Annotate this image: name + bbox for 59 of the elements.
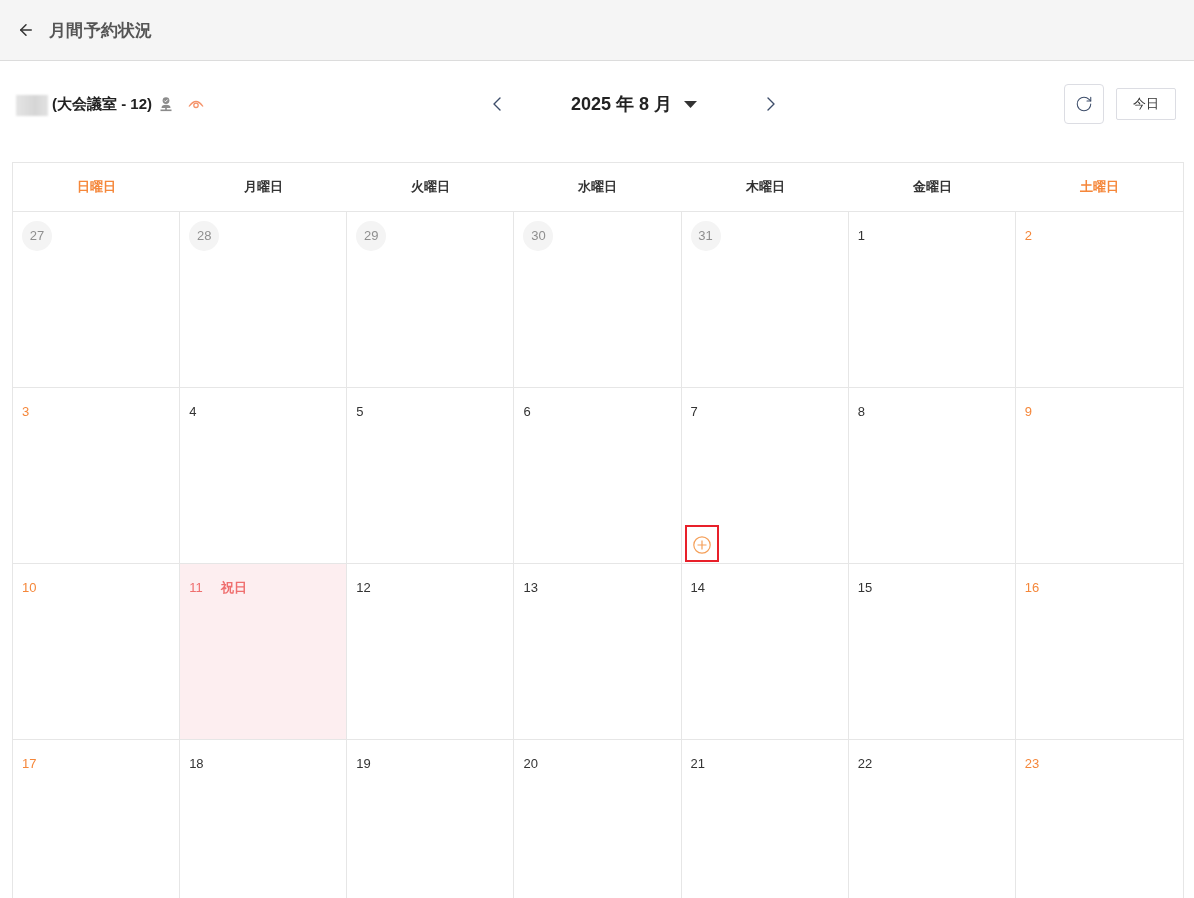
- holiday-label: 祝日: [220, 579, 247, 597]
- chevron-left-icon: [492, 97, 501, 111]
- day-cell[interactable]: 8: [848, 388, 1016, 564]
- weekday-label: 木曜日: [745, 178, 785, 196]
- refresh-button[interactable]: [1064, 84, 1104, 124]
- day-number: 21: [690, 755, 706, 773]
- day-number: 17: [22, 755, 37, 773]
- weekday-label: 月曜日: [244, 178, 284, 196]
- day-number: 31: [690, 221, 721, 251]
- weekday-label: 日曜日: [77, 178, 117, 196]
- plus-circle-icon: [692, 535, 711, 554]
- day-number: 9: [1024, 403, 1033, 421]
- day-number: 5: [356, 403, 364, 421]
- day-number: 4: [189, 403, 197, 421]
- day-cell[interactable]: 7: [681, 388, 849, 564]
- day-cell[interactable]: 12: [347, 564, 515, 740]
- weekday-label: 火曜日: [411, 178, 451, 196]
- day-number: 20: [523, 755, 538, 773]
- day-cell[interactable]: 4: [180, 388, 348, 564]
- day-cell[interactable]: 1: [848, 212, 1016, 388]
- weekday-label: 土曜日: [1079, 178, 1119, 196]
- refresh-icon: [1075, 95, 1093, 113]
- day-number: 18: [189, 755, 204, 773]
- day-number: 29: [356, 221, 387, 251]
- day-cell[interactable]: 14: [681, 564, 849, 740]
- day-cell[interactable]: 15: [848, 564, 1016, 740]
- day-number: 2: [1024, 227, 1033, 245]
- day-number: 22: [857, 755, 873, 773]
- back-button[interactable]: [17, 21, 35, 39]
- weekday-label: 金曜日: [912, 178, 952, 196]
- day-number: 12: [356, 579, 371, 597]
- day-number: 19: [356, 755, 371, 773]
- day-number: 15: [857, 579, 873, 597]
- day-number: 28: [189, 221, 220, 251]
- day-number: 7: [690, 403, 698, 421]
- chevron-right-icon: [767, 97, 776, 111]
- day-cell[interactable]: 6: [514, 388, 682, 564]
- room-label: (大会議室 - 12): [52, 94, 152, 114]
- day-number: 1: [857, 227, 865, 245]
- day-number: 14: [690, 579, 706, 597]
- day-number: 3: [22, 403, 30, 421]
- day-number: 10: [22, 579, 37, 597]
- page-title: 月間予約状況: [49, 19, 153, 42]
- person-icon: [160, 96, 172, 112]
- day-number: 27: [22, 221, 52, 251]
- day-number: 8: [857, 403, 865, 421]
- day-cell[interactable]: 13: [514, 564, 682, 740]
- redacted-block: [16, 94, 48, 116]
- day-number: 13: [523, 579, 538, 597]
- day-number: 16: [1024, 579, 1040, 597]
- day-number: 6: [523, 403, 531, 421]
- today-button[interactable]: 今日: [1116, 88, 1176, 120]
- day-number: 23: [1024, 755, 1040, 773]
- day-number: 30: [523, 221, 554, 251]
- month-picker[interactable]: 2025 年 8 月: [570, 92, 698, 116]
- weekday-label: 水曜日: [578, 178, 618, 196]
- caret-down-icon: [684, 100, 698, 108]
- day-number: 11: [189, 579, 203, 597]
- day-cell[interactable]: 5: [347, 388, 515, 564]
